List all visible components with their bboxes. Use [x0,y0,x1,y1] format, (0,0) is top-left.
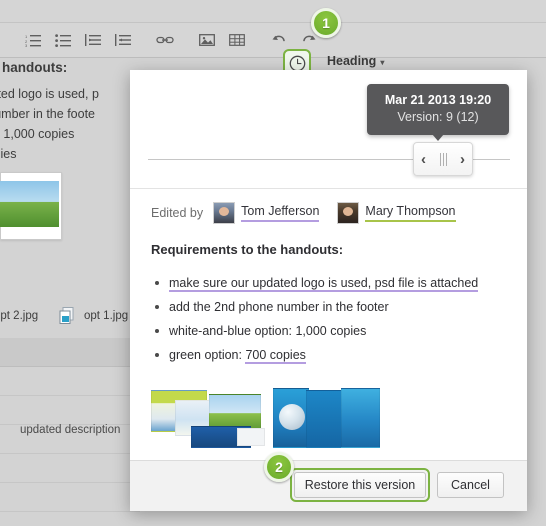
step-badge-1: 1 [311,8,341,38]
version-tooltip: Mar 21 2013 19:20 Version: 9 (12) [367,84,509,141]
image-icon[interactable] [192,23,222,57]
brochure-images [151,388,501,450]
thumbnail-photo [0,181,59,227]
decrease-indent-icon[interactable] [108,23,138,57]
increase-indent-icon[interactable] [78,23,108,57]
table-row [0,454,140,483]
chevron-down-icon: ▾ [380,58,385,67]
list-item: white-and-blue option: 1,000 copies [151,321,501,341]
background-thumbnail [0,172,62,240]
table-row [0,483,140,512]
document-preview: Requirements to the handouts: make sure … [151,242,501,369]
avatar [213,202,236,224]
editor-tom-jefferson[interactable]: Tom Jefferson [213,202,320,224]
editor-name[interactable]: Tom Jefferson [241,204,320,222]
heading-dropdown[interactable]: Heading ▾ [327,54,384,68]
list-item-text: add the 2nd phone number in the footer [169,300,389,314]
editor-name[interactable]: Mary Thompson [365,204,456,222]
slider-handle[interactable]: ‹ › [413,142,473,176]
heading-dropdown-label: Heading [327,54,377,68]
slider-grip-icon[interactable] [439,152,447,166]
list-item: add the 2nd phone number in the footer [151,297,501,317]
avatar [337,202,360,224]
list-item-text: white-and-blue option: 1,000 copies [169,324,367,338]
brochure-blue-image [273,388,380,450]
background-description: updated description [20,424,121,436]
version-number: Version: 9 (12) [397,109,479,124]
list-item-highlight: 700 copies [245,348,306,364]
version-history-body: Mar 21 2013 19:20 Version: 9 (12) ‹ › Ed… [130,70,527,460]
cancel-button[interactable]: Cancel [437,472,504,498]
toolbar-icon-group: 123 [18,23,324,57]
list-item-text: green option: [169,348,246,362]
restore-this-version-button[interactable]: Restore this version [294,472,426,498]
list-item-text: make sure our updated logo is used, psd … [169,276,479,292]
list-item: green option: 700 copies [151,345,501,365]
slider-next-icon[interactable]: › [460,152,465,167]
brochure-green-image [151,388,265,450]
file-copy-icon [58,306,78,326]
svg-text:3: 3 [25,43,28,47]
dialog-footer: Restore this version Cancel [130,460,527,511]
table-row [0,396,140,425]
bulleted-list-icon[interactable] [48,23,78,57]
link-icon[interactable] [150,23,180,57]
table-icon[interactable] [222,23,252,57]
list-item: make sure our updated logo is used, psd … [151,273,501,293]
preview-title: Requirements to the handouts: [151,242,344,257]
table-header-row [0,338,140,367]
requirements-list: make sure our updated logo is used, psd … [151,273,501,365]
version-date: Mar 21 2013 19:20 [384,93,492,107]
edited-by-row: Edited by Tom Jefferson Mary Thompson [151,198,474,228]
slider-prev-icon[interactable]: ‹ [421,152,426,167]
attachment-name-opt1[interactable]: opt 1.jpg [84,310,128,322]
section-divider [130,188,527,189]
step-badge-2: 2 [264,452,294,482]
editor-mary-thompson[interactable]: Mary Thompson [337,202,456,224]
editor-toolbar: 123 Heading ▾ [0,23,546,77]
numbered-list-icon[interactable]: 123 [18,23,48,57]
version-history-dialog: Mar 21 2013 19:20 Version: 9 (12) ‹ › Ed… [130,70,527,511]
top-strip [0,0,546,23]
version-slider[interactable]: ‹ › [148,142,510,176]
attachment-name-opt2[interactable]: opt 2.jpg [0,310,38,322]
globe-graphic [279,404,305,430]
edited-by-label: Edited by [151,206,204,220]
table-row [0,367,140,396]
tooltip-arrow [432,133,444,141]
